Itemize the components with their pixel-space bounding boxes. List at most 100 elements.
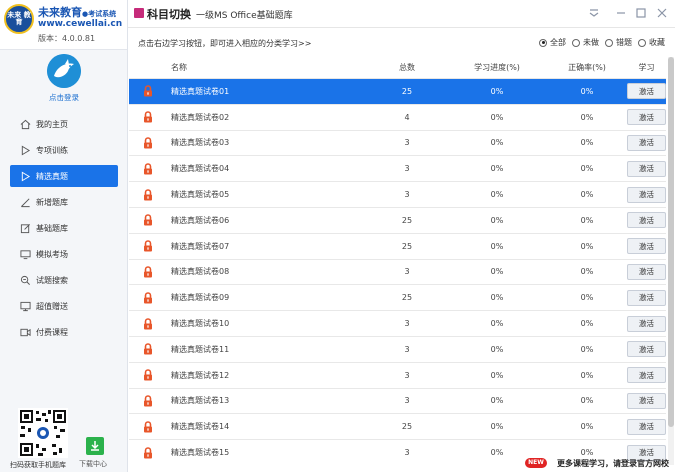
table-row[interactable]: 精选真题试卷02 4 0% 0% 激活 xyxy=(129,104,666,131)
activate-button[interactable]: 激活 xyxy=(627,341,666,358)
row-progress: 0% xyxy=(490,112,504,122)
minimize-icon[interactable] xyxy=(614,6,628,20)
row-name: 精选真题试卷10 xyxy=(171,319,230,329)
sidebar-item-3[interactable]: 新增题库 xyxy=(10,191,118,213)
qr-code-icon xyxy=(18,408,68,458)
table-row[interactable]: 精选真题试卷14 25 0% 0% 激活 xyxy=(129,414,666,441)
lock-icon xyxy=(144,420,152,433)
row-accuracy: 0% xyxy=(580,190,594,200)
activate-button[interactable]: 激活 xyxy=(627,315,666,332)
subject-title: 一级MS Office基础题库 xyxy=(196,11,293,21)
download-label[interactable]: 下载中心 xyxy=(79,459,107,469)
activate-button[interactable]: 激活 xyxy=(627,367,666,384)
sidebar-item-6[interactable]: 试题搜索 xyxy=(10,269,118,291)
version-label: 版本：4.0.0.81 xyxy=(38,34,96,43)
filter-radio-1[interactable]: 未做 xyxy=(572,37,599,48)
sidebar-item-5[interactable]: 模拟考场 xyxy=(10,243,118,265)
dropdown-menu-icon[interactable] xyxy=(587,6,601,20)
sidebar-item-4[interactable]: 基础题库 xyxy=(10,217,118,239)
download-icon xyxy=(91,441,99,451)
row-action-cell: 激活 xyxy=(627,341,666,358)
radio-dot[interactable] xyxy=(605,38,613,47)
close-icon[interactable] xyxy=(655,6,669,20)
sidebar-item-8[interactable]: 付费课程 xyxy=(10,321,118,343)
sidebar-item-7[interactable]: 超值赠送 xyxy=(10,295,118,317)
sidebar-item-2[interactable]: 精选真题 xyxy=(10,165,118,187)
activate-button[interactable]: 激活 xyxy=(627,263,666,280)
table-row[interactable]: 精选真题试卷06 25 0% 0% 激活 xyxy=(129,207,666,234)
row-total: 25 xyxy=(401,422,413,432)
lock-icon xyxy=(144,163,152,175)
brand-url: www.cewellai.cn xyxy=(38,19,123,29)
table-row[interactable]: 精选真题试卷03 3 0% 0% 激活 xyxy=(129,130,666,157)
radio-dot[interactable] xyxy=(638,38,646,47)
activate-button[interactable]: 激活 xyxy=(627,134,666,151)
table-row[interactable]: 精选真题试卷10 3 0% 0% 激活 xyxy=(129,311,666,337)
sidebar-item-label: 超值赠送 xyxy=(36,301,68,311)
qr-label: 扫码获取手机题库 xyxy=(10,461,66,469)
table-row[interactable]: 精选真题试卷04 3 0% 0% 激活 xyxy=(129,156,666,183)
row-name: 精选真题试卷09 xyxy=(171,293,230,303)
row-total: 25 xyxy=(401,86,413,96)
table-row[interactable]: 精选真题试卷13 3 0% 0% 激活 xyxy=(129,388,666,415)
avatar[interactable] xyxy=(47,54,81,88)
table-row[interactable]: 精选真题试卷11 3 0% 0% 激活 xyxy=(129,336,666,363)
row-progress: 0% xyxy=(490,86,504,96)
table-row[interactable]: 精选真题试卷12 3 0% 0% 激活 xyxy=(129,362,666,389)
radio-dot[interactable] xyxy=(572,38,580,47)
row-action-cell: 激活 xyxy=(627,315,666,332)
table-row[interactable]: 精选真题试卷01 25 0% 0% 激活 xyxy=(129,79,666,105)
vertical-scrollbar[interactable] xyxy=(668,57,674,465)
lock-cell xyxy=(129,188,167,201)
sidebar-item-1[interactable]: 专项训练 xyxy=(10,139,118,161)
row-accuracy: 0% xyxy=(580,112,594,122)
activate-button[interactable]: 激活 xyxy=(627,160,666,177)
table-row[interactable]: 精选真题试卷05 3 0% 0% 激活 xyxy=(129,182,666,208)
row-accuracy: 0% xyxy=(580,164,594,174)
activate-button[interactable]: 激活 xyxy=(627,289,666,306)
row-total: 3 xyxy=(404,190,410,200)
filter-radio-2[interactable]: 错题 xyxy=(605,37,632,48)
row-accuracy: 0% xyxy=(580,86,594,96)
activate-button[interactable]: 激活 xyxy=(627,238,666,255)
table-row[interactable]: 精选真题试卷09 25 0% 0% 激活 xyxy=(129,285,666,312)
lock-icon xyxy=(144,214,152,226)
row-action-cell: 激活 xyxy=(627,212,666,229)
table-row[interactable]: 精选真题试卷08 3 0% 0% 激活 xyxy=(129,259,666,286)
filter-radio-3[interactable]: 收藏 xyxy=(638,37,665,48)
more-courses-link[interactable]: 更多课程学习，请登录官方网校 xyxy=(557,458,669,469)
filter-bar: 点击右边学习按钮，即可进入相应的分类学习>> 全部 未做 错题 收藏 xyxy=(128,30,675,56)
activate-button[interactable]: 激活 xyxy=(627,212,666,229)
activate-button[interactable]: 激活 xyxy=(627,83,666,100)
radio-dot[interactable] xyxy=(539,38,547,47)
search-icon xyxy=(20,275,30,285)
row-action-cell: 激活 xyxy=(627,160,666,177)
login-link[interactable]: 点击登录 xyxy=(0,92,128,103)
download-button[interactable] xyxy=(86,437,104,455)
lock-cell xyxy=(129,85,167,97)
row-progress: 0% xyxy=(490,293,504,303)
play-icon xyxy=(21,145,31,155)
activate-button[interactable]: 激活 xyxy=(627,186,666,203)
row-total: 3 xyxy=(404,319,410,329)
activate-button[interactable]: 激活 xyxy=(627,109,666,126)
table-body: 精选真题试卷01 25 0% 0% 激活 精选真题试卷02 4 0% 0% 激活 精选真题试卷03 3… xyxy=(129,79,666,465)
filter-radio-0[interactable]: 全部 xyxy=(539,37,566,48)
lock-icon xyxy=(144,137,152,149)
row-name: 精选真题试卷11 xyxy=(171,344,230,354)
activate-button[interactable]: 激活 xyxy=(627,418,666,435)
row-total: 3 xyxy=(404,138,410,148)
maximize-icon[interactable] xyxy=(634,6,648,20)
activate-button[interactable]: 激活 xyxy=(627,392,666,409)
row-name: 精选真题试卷02 xyxy=(171,112,230,122)
row-accuracy: 0% xyxy=(580,370,594,380)
table-row[interactable]: 精选真题试卷07 25 0% 0% 激活 xyxy=(129,233,666,260)
subject-switch-button[interactable]: 科目切换 xyxy=(147,6,191,22)
scrollbar-thumb[interactable] xyxy=(668,57,674,427)
row-total: 3 xyxy=(404,344,410,354)
row-accuracy: 0% xyxy=(580,422,594,432)
row-total: 3 xyxy=(404,164,410,174)
header-accuracy: 正确率(%) xyxy=(568,63,606,72)
sidebar-item-0[interactable]: 我的主页 xyxy=(10,113,118,135)
header-study: 学习 xyxy=(638,63,655,72)
